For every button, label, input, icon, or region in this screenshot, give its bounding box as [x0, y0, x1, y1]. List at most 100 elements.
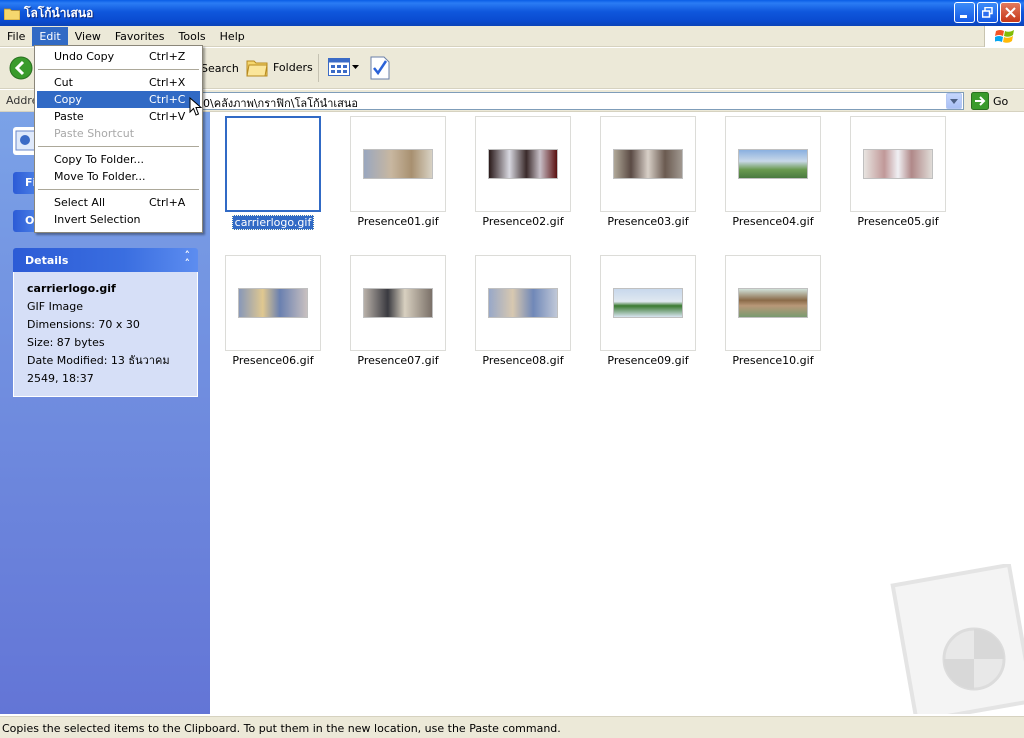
- file-thumbnail: [850, 116, 946, 212]
- file-item[interactable]: Presence01.gif: [343, 116, 453, 228]
- menu-item-label: Cut: [54, 76, 73, 89]
- file-item[interactable]: Presence10.gif: [718, 255, 828, 367]
- thumbnail-image: [363, 288, 433, 318]
- close-icon: [1005, 7, 1016, 18]
- file-label: Presence02.gif: [482, 215, 564, 228]
- thumbnail-image: [488, 288, 558, 318]
- file-label: Presence10.gif: [732, 354, 814, 367]
- task-button[interactable]: [370, 56, 390, 83]
- menu-item-shortcut: Ctrl+V: [149, 110, 186, 123]
- restore-icon: [982, 7, 993, 18]
- folder-icon: [4, 8, 20, 20]
- menu-separator: [38, 69, 199, 70]
- back-arrow-icon: [9, 56, 33, 80]
- thumbnail-image: [613, 288, 683, 318]
- file-label: Presence03.gif: [607, 215, 689, 228]
- menu-favorites[interactable]: Favorites: [108, 27, 172, 46]
- file-label: Presence05.gif: [857, 215, 939, 228]
- address-input[interactable]: 0\คลังภาพ\กราฟิก\โลโก้นำเสนอ: [200, 92, 964, 110]
- menu-item-invert-selection[interactable]: Invert Selection: [37, 211, 200, 228]
- file-thumbnail: [475, 255, 571, 351]
- menu-file[interactable]: File: [0, 27, 32, 46]
- minimize-button[interactable]: [954, 2, 975, 23]
- menu-item-paste[interactable]: Paste Ctrl+V: [37, 108, 200, 125]
- details-body: carrierlogo.gif GIF Image Dimensions: 70…: [13, 272, 198, 397]
- menu-view[interactable]: View: [68, 27, 108, 46]
- file-thumbnail: [350, 116, 446, 212]
- thumbnail-image: [238, 288, 308, 318]
- file-item[interactable]: Presence08.gif: [468, 255, 578, 367]
- details-size: Size: 87 bytes: [27, 336, 105, 349]
- details-title: Details: [25, 254, 69, 267]
- file-item[interactable]: Presence05.gif: [843, 116, 953, 228]
- file-label: Presence08.gif: [482, 354, 564, 367]
- menu-help[interactable]: Help: [213, 27, 252, 46]
- collapse-chevron-icon[interactable]: ˄ ˄: [185, 250, 191, 269]
- details-header[interactable]: Details ˄ ˄: [13, 248, 198, 272]
- views-button[interactable]: [328, 58, 359, 76]
- menu-item-undo-copy[interactable]: Undo Copy Ctrl+Z: [37, 48, 200, 65]
- menu-item-paste-shortcut: Paste Shortcut: [37, 125, 200, 142]
- menu-item-label: Undo Copy: [54, 50, 115, 63]
- checklist-icon: [370, 56, 390, 80]
- menu-item-copy[interactable]: Copy Ctrl+C: [37, 91, 200, 108]
- file-thumbnail: [225, 116, 321, 212]
- menu-separator: [38, 189, 199, 190]
- menu-bar: File Edit View Favorites Tools Help: [0, 26, 1024, 47]
- file-item[interactable]: Presence09.gif: [593, 255, 703, 367]
- window-title: โลโก้นำเสนอ: [24, 5, 94, 20]
- file-item[interactable]: carrierlogo.gif: [218, 116, 328, 230]
- details-panel: Details ˄ ˄ carrierlogo.gif GIF Image Dim…: [13, 248, 198, 397]
- thumbnail-image: [488, 149, 558, 179]
- views-icon: [328, 58, 350, 76]
- details-modified: Date Modified: 13 ธันวาคม 2549, 18:37: [27, 354, 170, 385]
- mouse-cursor-icon: [189, 97, 203, 116]
- thumbnail-image: [738, 149, 808, 179]
- file-item[interactable]: Presence03.gif: [593, 116, 703, 228]
- menu-item-label: Select All: [54, 196, 106, 209]
- menu-item-label: Paste Shortcut: [54, 127, 135, 140]
- file-thumbnail: [225, 255, 321, 351]
- windows-flag-icon: [994, 29, 1014, 43]
- menu-item-label: Paste: [54, 110, 84, 123]
- search-button[interactable]: Search: [201, 62, 239, 75]
- file-label: Presence09.gif: [607, 354, 689, 367]
- file-item[interactable]: Presence07.gif: [343, 255, 453, 367]
- file-item[interactable]: Presence02.gif: [468, 116, 578, 228]
- details-file-name: carrierlogo.gif: [27, 282, 116, 295]
- thumbnail-image: [863, 149, 933, 179]
- file-thumbnail: [475, 116, 571, 212]
- file-label: Presence07.gif: [357, 354, 439, 367]
- title-bar[interactable]: โลโก้นำเสนอ: [0, 0, 1024, 26]
- menu-item-label: Copy: [54, 93, 82, 106]
- file-label: carrierlogo.gif: [231, 215, 315, 230]
- menu-tools[interactable]: Tools: [172, 27, 213, 46]
- windows-logo: [984, 26, 1024, 47]
- folder-watermark-icon: [890, 564, 1024, 714]
- menu-edit[interactable]: Edit: [32, 26, 68, 46]
- menu-item-copy-to-folder[interactable]: Copy To Folder...: [37, 151, 200, 168]
- menu-item-cut[interactable]: Cut Ctrl+X: [37, 74, 200, 91]
- menu-separator: [38, 146, 199, 147]
- address-dropdown-button[interactable]: [946, 93, 962, 109]
- thumbnail-image: [613, 149, 683, 179]
- file-item[interactable]: Presence06.gif: [218, 255, 328, 367]
- menu-item-shortcut: Ctrl+A: [149, 196, 186, 209]
- menu-item-select-all[interactable]: Select All Ctrl+A: [37, 194, 200, 211]
- edit-menu-dropdown: Undo Copy Ctrl+Z Cut Ctrl+X Copy Ctrl+C …: [34, 45, 203, 233]
- go-button[interactable]: Go: [971, 92, 1008, 110]
- file-label: Presence06.gif: [232, 354, 314, 367]
- menu-item-shortcut: Ctrl+Z: [149, 50, 186, 63]
- file-label: Presence01.gif: [357, 215, 439, 228]
- folders-button[interactable]: Folders: [246, 57, 313, 77]
- close-button[interactable]: [1000, 2, 1021, 23]
- menu-item-label: Copy To Folder...: [54, 153, 144, 166]
- file-view[interactable]: carrierlogo.gif Presence01.gif Presence0…: [210, 112, 1024, 714]
- menu-item-shortcut: Ctrl+C: [149, 93, 186, 106]
- folders-icon: [246, 60, 268, 77]
- restore-button[interactable]: [977, 2, 998, 23]
- file-item[interactable]: Presence04.gif: [718, 116, 828, 228]
- back-button[interactable]: [9, 56, 33, 83]
- menu-item-move-to-folder[interactable]: Move To Folder...: [37, 168, 200, 185]
- details-dimensions: Dimensions: 70 x 30: [27, 318, 140, 331]
